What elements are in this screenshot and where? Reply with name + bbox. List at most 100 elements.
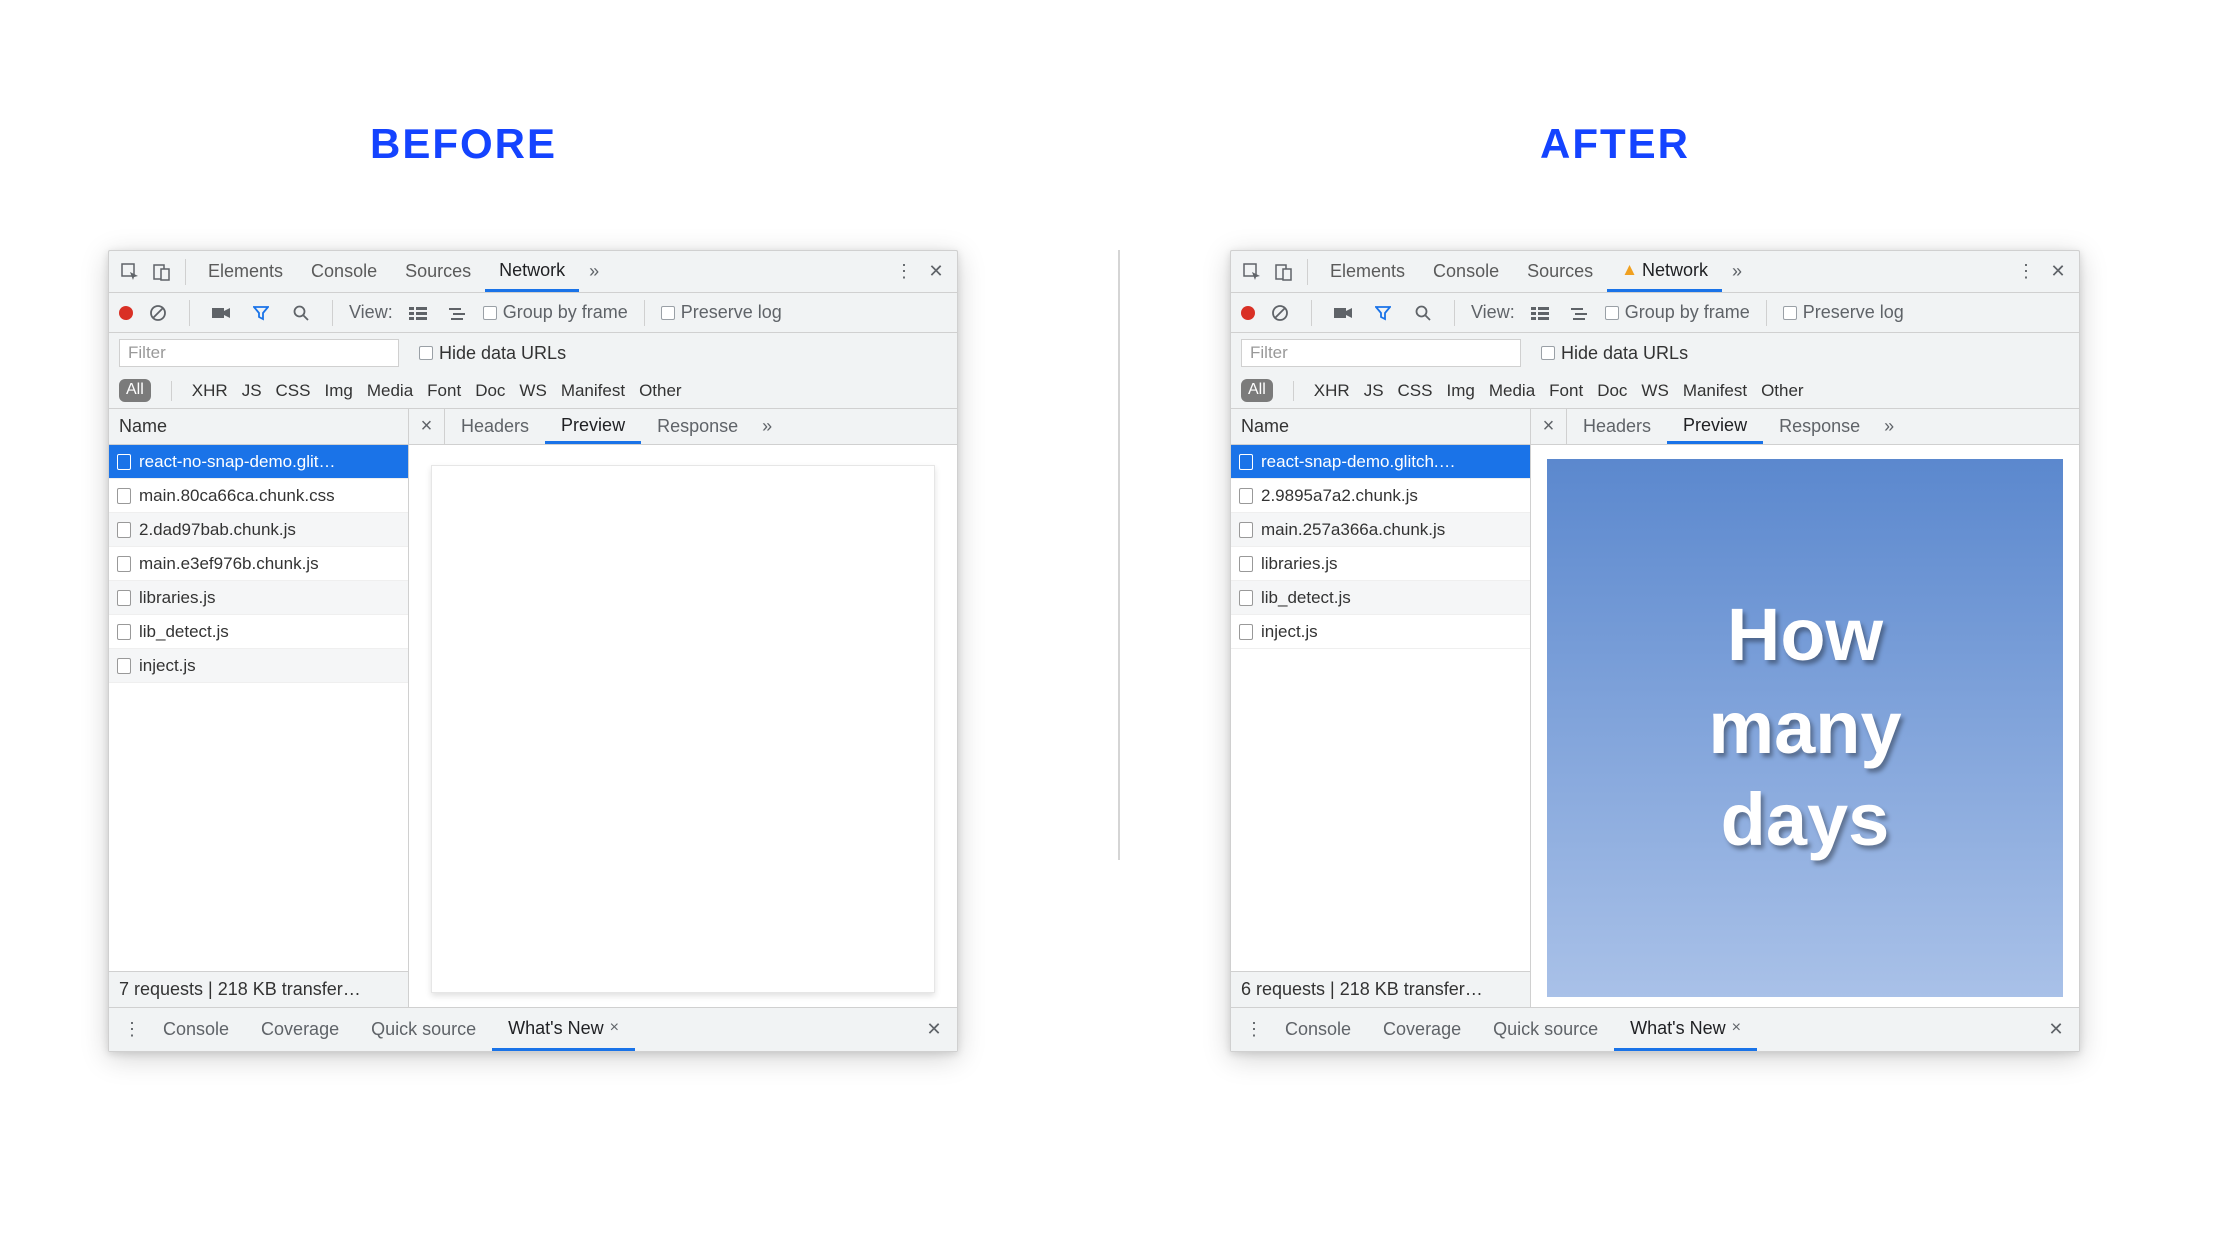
type-font[interactable]: Font <box>427 381 461 401</box>
filter-input[interactable]: Filter <box>1241 339 1521 367</box>
drawer-menu-icon[interactable]: ⋮ <box>117 1015 147 1045</box>
type-xhr[interactable]: XHR <box>192 381 228 401</box>
record-button[interactable] <box>1241 306 1255 320</box>
group-by-frame-toggle[interactable]: Group by frame <box>483 302 628 323</box>
drawer-menu-icon[interactable]: ⋮ <box>1239 1015 1269 1045</box>
type-all[interactable]: All <box>1241 379 1273 402</box>
device-toggle-icon[interactable] <box>1269 257 1299 287</box>
type-other[interactable]: Other <box>639 381 682 401</box>
detail-tab-headers[interactable]: Headers <box>1567 409 1667 444</box>
detail-tab-response[interactable]: Response <box>1763 409 1876 444</box>
request-row[interactable]: lib_detect.js <box>1231 581 1530 615</box>
type-img[interactable]: Img <box>325 381 353 401</box>
filter-icon[interactable] <box>1368 298 1398 328</box>
close-drawer-icon[interactable]: ✕ <box>2041 1015 2071 1045</box>
large-rows-icon[interactable] <box>403 298 433 328</box>
overview-icon[interactable] <box>1565 298 1595 328</box>
close-detail-icon[interactable]: × <box>409 409 445 444</box>
search-icon[interactable] <box>286 298 316 328</box>
close-tab-icon[interactable]: × <box>610 1019 619 1037</box>
type-xhr[interactable]: XHR <box>1314 381 1350 401</box>
hide-data-urls-toggle[interactable]: Hide data URLs <box>419 343 566 364</box>
tab-sources[interactable]: Sources <box>391 251 485 292</box>
tab-console[interactable]: Console <box>297 251 391 292</box>
tab-elements[interactable]: Elements <box>194 251 297 292</box>
request-row[interactable]: inject.js <box>1231 615 1530 649</box>
detail-tab-headers[interactable]: Headers <box>445 409 545 444</box>
tab-network[interactable]: Network <box>485 251 579 292</box>
tab-sources[interactable]: Sources <box>1513 251 1607 292</box>
name-column-header[interactable]: Name <box>109 409 408 445</box>
detail-tab-response[interactable]: Response <box>641 409 754 444</box>
type-js[interactable]: JS <box>242 381 262 401</box>
hide-data-urls-toggle[interactable]: Hide data URLs <box>1541 343 1688 364</box>
request-row[interactable]: react-no-snap-demo.glit… <box>109 445 408 479</box>
tab-console[interactable]: Console <box>1419 251 1513 292</box>
type-img[interactable]: Img <box>1447 381 1475 401</box>
kebab-menu-icon[interactable]: ⋮ <box>2011 257 2041 287</box>
request-row[interactable]: lib_detect.js <box>109 615 408 649</box>
more-tabs-icon[interactable]: » <box>1724 261 1750 282</box>
camera-icon[interactable] <box>1328 298 1358 328</box>
search-icon[interactable] <box>1408 298 1438 328</box>
device-toggle-icon[interactable] <box>147 257 177 287</box>
drawer-tab-quick-source[interactable]: Quick source <box>1477 1008 1614 1051</box>
close-detail-icon[interactable]: × <box>1531 409 1567 444</box>
request-row[interactable]: libraries.js <box>1231 547 1530 581</box>
type-doc[interactable]: Doc <box>475 381 505 401</box>
type-ws[interactable]: WS <box>519 381 546 401</box>
group-by-frame-toggle[interactable]: Group by frame <box>1605 302 1750 323</box>
camera-icon[interactable] <box>206 298 236 328</box>
tab-network[interactable]: ▲Network <box>1607 251 1722 292</box>
type-font[interactable]: Font <box>1549 381 1583 401</box>
type-media[interactable]: Media <box>1489 381 1535 401</box>
drawer-tab-whats-new[interactable]: What's New× <box>1614 1008 1757 1051</box>
detail-tab-preview[interactable]: Preview <box>545 409 641 444</box>
tab-elements[interactable]: Elements <box>1316 251 1419 292</box>
clear-icon[interactable] <box>1265 298 1295 328</box>
preserve-log-toggle[interactable]: Preserve log <box>1783 302 1904 323</box>
drawer-tab-console[interactable]: Console <box>1269 1008 1367 1051</box>
detail-tab-preview[interactable]: Preview <box>1667 409 1763 444</box>
type-doc[interactable]: Doc <box>1597 381 1627 401</box>
type-ws[interactable]: WS <box>1641 381 1668 401</box>
kebab-menu-icon[interactable]: ⋮ <box>889 257 919 287</box>
request-row[interactable]: inject.js <box>109 649 408 683</box>
type-other[interactable]: Other <box>1761 381 1804 401</box>
request-row[interactable]: react-snap-demo.glitch.… <box>1231 445 1530 479</box>
close-devtools-icon[interactable]: ✕ <box>2043 257 2073 287</box>
clear-icon[interactable] <box>143 298 173 328</box>
filter-input[interactable]: Filter <box>119 339 399 367</box>
type-css[interactable]: CSS <box>276 381 311 401</box>
inspect-icon[interactable] <box>1237 257 1267 287</box>
type-manifest[interactable]: Manifest <box>1683 381 1747 401</box>
inspect-icon[interactable] <box>115 257 145 287</box>
close-devtools-icon[interactable]: ✕ <box>921 257 951 287</box>
type-all[interactable]: All <box>119 379 151 402</box>
type-css[interactable]: CSS <box>1398 381 1433 401</box>
drawer-tab-quick-source[interactable]: Quick source <box>355 1008 492 1051</box>
drawer-tab-whats-new[interactable]: What's New× <box>492 1008 635 1051</box>
more-tabs-icon[interactable]: » <box>581 261 607 282</box>
drawer-tab-coverage[interactable]: Coverage <box>1367 1008 1477 1051</box>
request-row[interactable]: 2.9895a7a2.chunk.js <box>1231 479 1530 513</box>
drawer-tab-console[interactable]: Console <box>147 1008 245 1051</box>
type-manifest[interactable]: Manifest <box>561 381 625 401</box>
more-detail-tabs-icon[interactable]: » <box>1876 416 1902 437</box>
large-rows-icon[interactable] <box>1525 298 1555 328</box>
drawer-tab-coverage[interactable]: Coverage <box>245 1008 355 1051</box>
type-media[interactable]: Media <box>367 381 413 401</box>
filter-icon[interactable] <box>246 298 276 328</box>
record-button[interactable] <box>119 306 133 320</box>
more-detail-tabs-icon[interactable]: » <box>754 416 780 437</box>
type-js[interactable]: JS <box>1364 381 1384 401</box>
request-row[interactable]: main.257a366a.chunk.js <box>1231 513 1530 547</box>
name-column-header[interactable]: Name <box>1231 409 1530 445</box>
request-row[interactable]: main.e3ef976b.chunk.js <box>109 547 408 581</box>
overview-icon[interactable] <box>443 298 473 328</box>
close-tab-icon[interactable]: × <box>1732 1019 1741 1037</box>
preserve-log-toggle[interactable]: Preserve log <box>661 302 782 323</box>
request-row[interactable]: main.80ca66ca.chunk.css <box>109 479 408 513</box>
close-drawer-icon[interactable]: ✕ <box>919 1015 949 1045</box>
request-row[interactable]: libraries.js <box>109 581 408 615</box>
